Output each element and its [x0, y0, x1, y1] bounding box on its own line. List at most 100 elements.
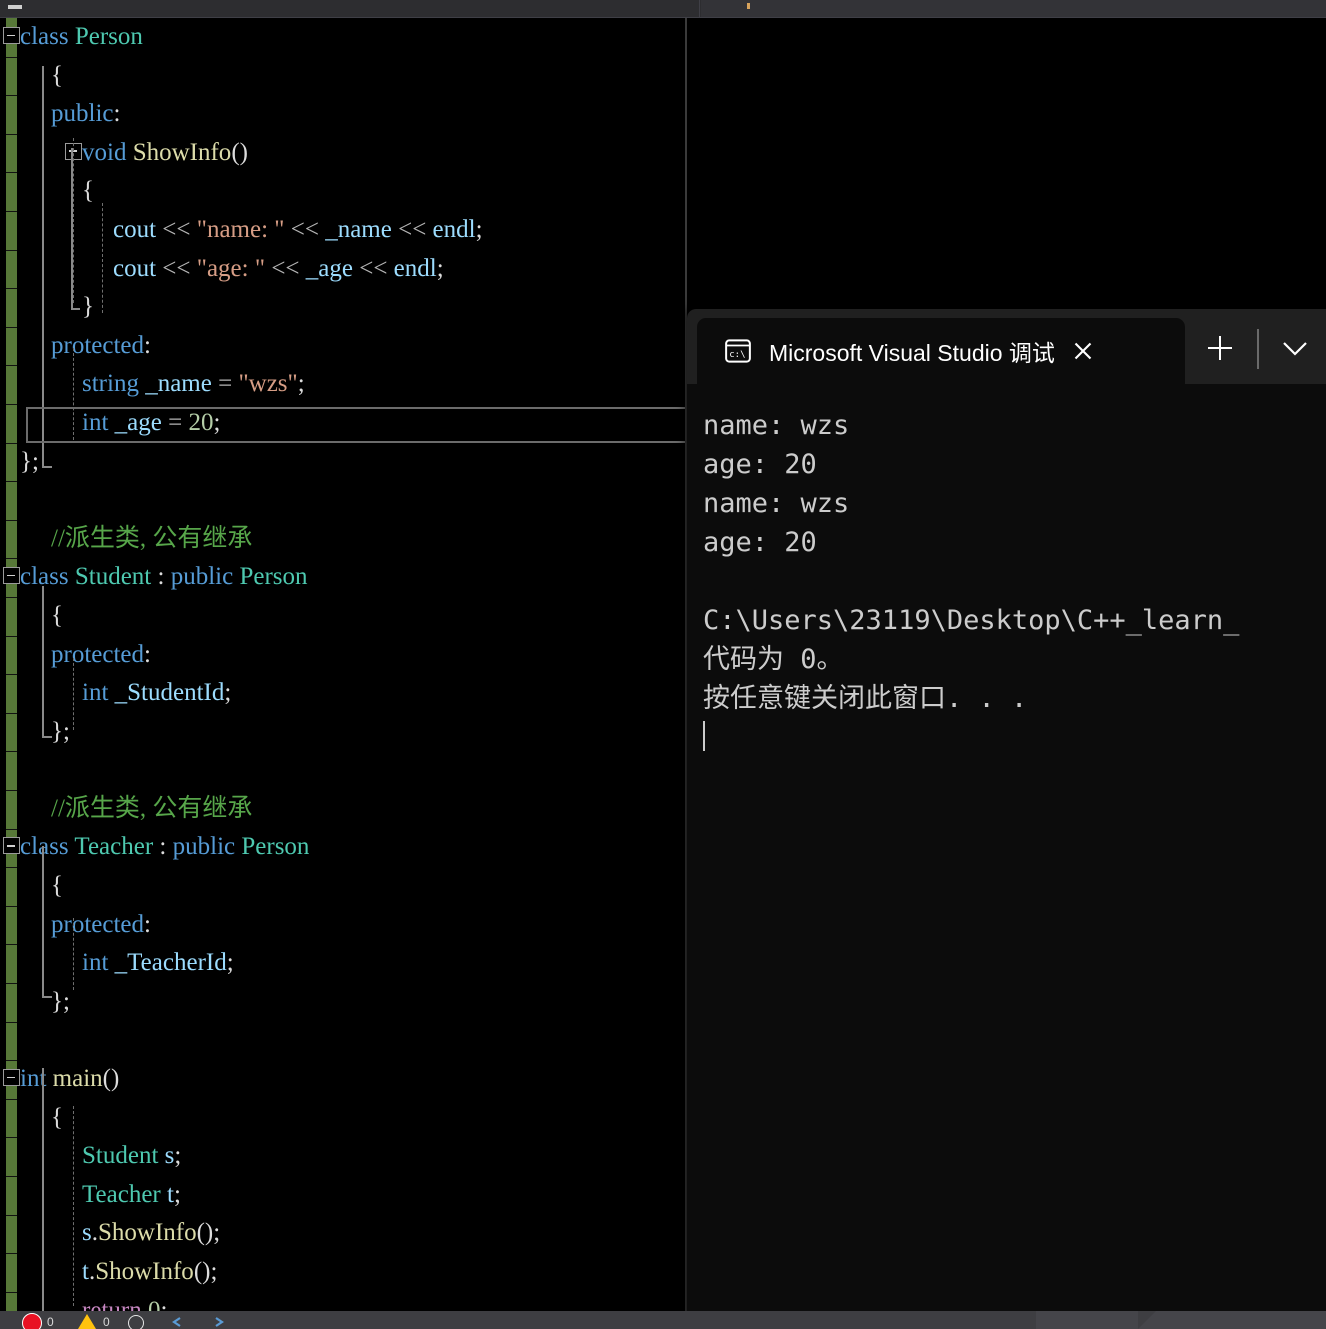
- error-icon[interactable]: [22, 1313, 42, 1329]
- info-icon[interactable]: [128, 1315, 144, 1329]
- code-token: (): [196, 1219, 214, 1247]
- code-line[interactable]: string _name = "wzs";: [20, 365, 686, 404]
- code-line[interactable]: //派生类, 公有继承: [20, 790, 686, 829]
- code-token: endl: [432, 215, 476, 243]
- status-bar[interactable]: 0 0: [0, 1311, 1326, 1329]
- code-line[interactable]: };: [20, 983, 686, 1022]
- code-line[interactable]: {: [20, 57, 686, 96]
- code-token: Teacher: [82, 1180, 161, 1208]
- code-line[interactable]: [20, 751, 686, 790]
- code-line[interactable]: };: [20, 713, 686, 752]
- change-bar-seam: [6, 443, 17, 444]
- collapse-minus-icon[interactable]: [3, 1069, 20, 1087]
- console-output-line: age: 20: [703, 527, 817, 558]
- current-line-highlight: [26, 407, 686, 443]
- indent-guide: [102, 203, 103, 313]
- code-line[interactable]: {: [20, 1099, 686, 1138]
- code-token: public: [172, 833, 236, 861]
- change-bar-seam: [6, 1292, 17, 1293]
- code-line[interactable]: int main(): [3, 1060, 686, 1099]
- code-line[interactable]: {: [20, 172, 686, 211]
- code-token: (): [193, 1258, 211, 1285]
- console-output[interactable]: name: wzs age: 20 name: wzs age: 20 C:\User…: [687, 384, 1326, 1329]
- code-token: <<: [398, 215, 427, 243]
- document-tab-secondary[interactable]: [701, 0, 1326, 18]
- code-token: //派生类, 公有继承: [51, 524, 253, 552]
- code-line[interactable]: Student s;: [20, 1137, 686, 1176]
- code-token: };: [20, 447, 39, 475]
- code-token: Person: [74, 23, 143, 50]
- indent-guide: [73, 138, 74, 303]
- code-editor[interactable]: class Person{public: void ShowInfo(){cout…: [0, 18, 686, 1311]
- code-line[interactable]: {: [20, 597, 686, 636]
- document-tab-strip: [0, 0, 1326, 18]
- code-line[interactable]: protected:: [20, 636, 686, 675]
- collapse-minus-icon[interactable]: [3, 27, 20, 44]
- code-line[interactable]: [20, 481, 686, 520]
- collapse-minus-icon[interactable]: [3, 567, 20, 585]
- code-token: };: [51, 717, 70, 745]
- code-line[interactable]: protected:: [20, 327, 686, 366]
- code-token: t: [167, 1180, 174, 1208]
- code-token: ;: [213, 1219, 221, 1247]
- change-bar-seam: [6, 250, 17, 251]
- new-tab-button[interactable]: [1192, 323, 1248, 373]
- code-line[interactable]: }: [20, 288, 686, 327]
- change-bar-seam: [6, 1060, 17, 1061]
- code-line[interactable]: s.ShowInfo();: [20, 1214, 686, 1253]
- change-bar-seam: [6, 944, 17, 945]
- code-line[interactable]: protected:: [20, 906, 686, 945]
- chevron-down-icon[interactable]: [1267, 323, 1323, 373]
- code-line[interactable]: //派生类, 公有继承: [20, 520, 686, 559]
- console-tab-title: Microsoft Visual Studio 调试控: [769, 340, 1054, 366]
- console-caret-line: [703, 718, 1326, 757]
- error-count: 0: [47, 1315, 54, 1329]
- code-token: protected: [51, 640, 145, 668]
- change-bar-seam: [6, 327, 17, 328]
- console-title-bar[interactable]: c:\ Microsoft Visual Studio 调试控: [687, 309, 1326, 384]
- code-line[interactable]: class Person: [3, 18, 686, 57]
- code-token: public: [51, 100, 114, 128]
- change-bar-seam: [6, 636, 17, 637]
- change-bar-seam: [6, 751, 17, 752]
- code-line[interactable]: class Teacher : public Person: [3, 828, 686, 867]
- console-window[interactable]: c:\ Microsoft Visual Studio 调试控 name: wz…: [687, 309, 1326, 1329]
- code-token: ShowInfo: [132, 138, 232, 166]
- code-line[interactable]: void ShowInfo(): [20, 134, 686, 173]
- code-line[interactable]: };: [20, 443, 686, 482]
- code-token: (): [231, 138, 248, 166]
- code-line[interactable]: Teacher t;: [20, 1176, 686, 1215]
- code-line[interactable]: int _StudentId;: [20, 674, 686, 713]
- close-icon[interactable]: [1068, 336, 1098, 366]
- console-output-line: age: 20: [703, 449, 817, 480]
- code-token: s: [82, 1219, 92, 1247]
- code-line[interactable]: return 0;: [20, 1292, 686, 1311]
- code-line[interactable]: public:: [20, 95, 686, 134]
- change-bar-seam: [6, 211, 17, 212]
- collapse-minus-icon[interactable]: [3, 837, 20, 855]
- code-token: _name: [325, 215, 392, 243]
- code-line[interactable]: cout << "age: " << _age << endl;: [20, 250, 686, 289]
- code-line[interactable]: t.ShowInfo();: [20, 1253, 686, 1292]
- code-line[interactable]: [20, 1021, 686, 1060]
- next-arrow-icon[interactable]: [212, 1315, 226, 1329]
- code-token: _name: [145, 370, 212, 398]
- previous-arrow-icon[interactable]: [170, 1315, 184, 1329]
- change-bar-seam: [6, 1022, 17, 1023]
- code-token: {: [51, 61, 63, 89]
- warning-icon[interactable]: [78, 1314, 96, 1329]
- change-bar-seam: [6, 790, 17, 791]
- code-text-surface[interactable]: class Person{public: void ShowInfo(){cout…: [3, 18, 686, 1311]
- code-token: <<: [162, 254, 191, 282]
- code-token: s: [164, 1142, 175, 1170]
- console-output-line: 代码为 0。: [703, 644, 844, 675]
- code-line[interactable]: class Student : public Person: [3, 558, 686, 597]
- code-line[interactable]: cout << "name: " << _name << endl;: [20, 211, 686, 250]
- code-line[interactable]: {: [20, 867, 686, 906]
- document-tab-active[interactable]: [0, 0, 700, 18]
- code-token: <<: [162, 215, 191, 243]
- console-tab[interactable]: c:\ Microsoft Visual Studio 调试控: [697, 318, 1185, 384]
- console-output-line: name: wzs: [703, 488, 850, 519]
- code-line[interactable]: int _TeacherId;: [20, 944, 686, 983]
- text-cursor: [703, 721, 705, 751]
